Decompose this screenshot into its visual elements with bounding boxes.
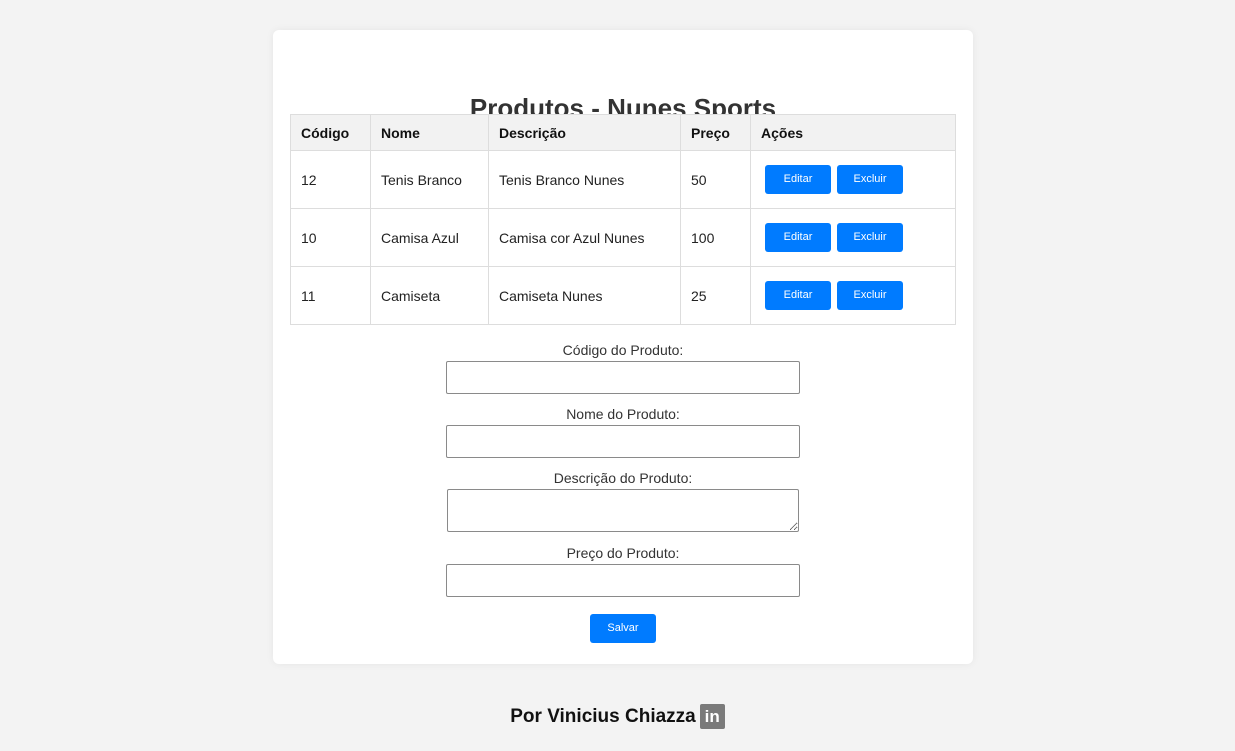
products-card: Produtos - Nunes Sports Código Nome Desc… <box>273 30 973 664</box>
description-textarea[interactable] <box>447 489 799 532</box>
cell-name: Camisa Azul <box>370 208 489 267</box>
table-header-row: Código Nome Descrição Preço Ações <box>290 114 956 151</box>
cell-description: Tenis Branco Nunes <box>488 150 681 209</box>
cell-description: Camiseta Nunes <box>488 266 681 325</box>
name-label: Nome do Produto: <box>566 406 680 422</box>
cell-price: 50 <box>680 150 751 209</box>
description-label: Descrição do Produto: <box>553 470 693 486</box>
cell-name: Tenis Branco <box>370 150 489 209</box>
edit-button[interactable]: Editar <box>765 223 831 252</box>
products-table: Código Nome Descrição Preço Ações 12 Ten… <box>290 114 956 325</box>
name-input[interactable] <box>446 425 800 458</box>
price-label: Preço do Produto: <box>566 545 680 561</box>
delete-button[interactable]: Excluir <box>837 223 903 252</box>
code-label: Código do Produto: <box>562 342 684 358</box>
linkedin-icon[interactable]: in <box>699 704 725 729</box>
footer: Por Vinicius Chiazza in <box>0 704 1235 730</box>
cell-name: Camiseta <box>370 266 489 325</box>
header-price: Preço <box>680 114 751 151</box>
table-row: 12 Tenis Branco Tenis Branco Nunes 50 Ed… <box>290 150 956 209</box>
delete-button[interactable]: Excluir <box>837 281 903 310</box>
save-button[interactable]: Salvar <box>590 614 656 643</box>
edit-button[interactable]: Editar <box>765 281 831 310</box>
header-actions: Ações <box>750 114 956 151</box>
cell-actions: Editar Excluir <box>750 266 956 325</box>
price-input[interactable] <box>446 564 800 597</box>
header-code: Código <box>290 114 371 151</box>
header-description: Descrição <box>488 114 681 151</box>
header-name: Nome <box>370 114 489 151</box>
table-row: 10 Camisa Azul Camisa cor Azul Nunes 100… <box>290 208 956 267</box>
cell-code: 10 <box>290 208 371 267</box>
edit-button[interactable]: Editar <box>765 165 831 194</box>
cell-price: 100 <box>680 208 751 267</box>
cell-actions: Editar Excluir <box>750 208 956 267</box>
cell-code: 11 <box>290 266 371 325</box>
cell-actions: Editar Excluir <box>750 150 956 209</box>
cell-code: 12 <box>290 150 371 209</box>
table-row: 11 Camiseta Camiseta Nunes 25 Editar Excl… <box>290 266 956 325</box>
delete-button[interactable]: Excluir <box>837 165 903 194</box>
cell-price: 25 <box>680 266 751 325</box>
cell-description: Camisa cor Azul Nunes <box>488 208 681 267</box>
footer-author: Por Vinicius Chiazza <box>510 706 696 727</box>
code-input[interactable] <box>446 361 800 394</box>
